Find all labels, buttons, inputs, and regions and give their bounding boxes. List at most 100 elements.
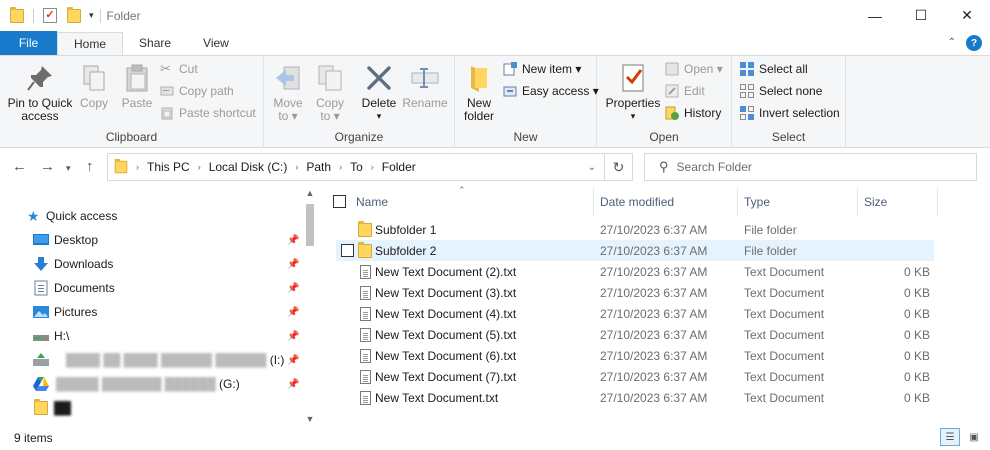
- column-header-size[interactable]: Size: [858, 188, 938, 216]
- nav-label: Quick access: [46, 209, 118, 223]
- pin-icon[interactable]: 📌: [287, 379, 299, 390]
- column-header-name[interactable]: Name: [348, 188, 594, 216]
- file-date-modified: 27/10/2023 6:37 AM: [600, 327, 708, 342]
- nav-label: H:\: [54, 329, 70, 343]
- breadcrumb-path[interactable]: Path: [306, 160, 331, 174]
- file-row[interactable]: New Text Document (6).txt 27/10/2023 6:37…: [336, 345, 934, 366]
- tab-view[interactable]: View: [187, 31, 245, 55]
- nav-item-google-drive-i[interactable]: ████ ██ ████ ██████ ██████ (I:) 📌: [0, 348, 300, 372]
- file-row[interactable]: New Text Document (3).txt 27/10/2023 6:37…: [336, 282, 934, 303]
- collapse-ribbon-icon[interactable]: ⌃: [948, 35, 956, 51]
- nav-item-h-drive[interactable]: H:\ 📌: [0, 324, 300, 348]
- edit-button[interactable]: Edit: [665, 84, 705, 98]
- address-dropdown-icon[interactable]: ⌄: [588, 162, 596, 173]
- paste-button[interactable]: Paste: [118, 62, 156, 110]
- nav-item-pictures[interactable]: Pictures 📌: [0, 300, 300, 324]
- search-box[interactable]: ⚲ Search Folder: [644, 153, 977, 181]
- breadcrumb-separator[interactable]: ›: [136, 162, 139, 172]
- cut-button[interactable]: ✂ Cut: [160, 62, 198, 77]
- easy-access-button[interactable]: Easy access ▾: [503, 84, 599, 98]
- view-switcher: ☰ ▣: [940, 428, 984, 446]
- back-button[interactable]: ←: [12, 158, 27, 175]
- edit-icon: [665, 84, 679, 98]
- open-button[interactable]: Open ▾: [665, 62, 723, 76]
- recent-locations-button[interactable]: ▾: [66, 163, 71, 174]
- up-button[interactable]: ↑: [86, 158, 94, 175]
- move-to-icon: [276, 66, 300, 90]
- file-row[interactable]: New Text Document (5).txt 27/10/2023 6:37…: [336, 324, 934, 345]
- file-row[interactable]: New Text Document (2).txt 27/10/2023 6:37…: [336, 261, 934, 282]
- pin-icon[interactable]: 📌: [287, 331, 299, 342]
- column-header-date-modified[interactable]: Date modified: [594, 188, 738, 216]
- file-row[interactable]: New Text Document (4).txt 27/10/2023 6:37…: [336, 303, 934, 324]
- nav-item-redacted-folder[interactable]: ██: [0, 396, 300, 420]
- tab-file[interactable]: File: [0, 31, 57, 55]
- nav-item-google-drive-g[interactable]: █████ ███████ ██████ (G:) 📌: [0, 372, 300, 396]
- scroll-up-icon[interactable]: ▲: [303, 188, 317, 198]
- minimize-button[interactable]: —: [852, 0, 898, 31]
- file-type: Text Document: [744, 285, 825, 300]
- paste-shortcut-button[interactable]: Paste shortcut: [160, 106, 256, 120]
- maximize-button[interactable]: ☐: [898, 0, 944, 31]
- new-folder-icon[interactable]: [67, 6, 81, 23]
- breadcrumb-this-pc[interactable]: This PC: [147, 160, 190, 174]
- move-to-button[interactable]: Move to ▾: [270, 62, 306, 123]
- refresh-button[interactable]: ↻: [604, 154, 632, 180]
- properties-button[interactable]: Properties ▾: [603, 62, 663, 123]
- navigation-pane: ★ Quick access Desktop 📌 Downloads 📌 Doc…: [0, 188, 318, 428]
- select-all-checkbox[interactable]: [333, 195, 346, 208]
- file-row[interactable]: New Text Document.txt 27/10/2023 6:37 AM T…: [336, 387, 934, 408]
- pin-to-quick-access-button[interactable]: Pin to Quick access: [6, 62, 74, 123]
- large-icons-view-button[interactable]: ▣: [964, 428, 984, 446]
- new-folder-button[interactable]: New folder: [461, 62, 497, 123]
- forward-button[interactable]: →: [40, 158, 55, 175]
- file-date-modified: 27/10/2023 6:37 AM: [600, 306, 708, 321]
- customize-toolbar-icon[interactable]: ▾: [89, 10, 94, 21]
- scroll-thumb[interactable]: [306, 204, 314, 246]
- breadcrumb-to[interactable]: To: [350, 160, 363, 174]
- new-item-button[interactable]: New item ▾: [503, 62, 581, 76]
- copy-path-button[interactable]: Copy path: [160, 84, 234, 98]
- copy-button[interactable]: Copy: [76, 62, 112, 110]
- file-row[interactable]: New Text Document (7).txt 27/10/2023 6:37…: [336, 366, 934, 387]
- breadcrumb-separator[interactable]: ›: [198, 162, 201, 172]
- nav-item-desktop[interactable]: Desktop 📌: [0, 228, 300, 252]
- select-all-button[interactable]: Select all: [740, 62, 808, 76]
- select-none-button[interactable]: Select none: [740, 84, 822, 98]
- column-header-type[interactable]: Type: [738, 188, 858, 216]
- file-row[interactable]: Subfolder 1 27/10/2023 6:37 AM File folder: [336, 219, 934, 240]
- file-row[interactable]: Subfolder 2 27/10/2023 6:37 AM File folder: [336, 240, 934, 261]
- copy-to-button[interactable]: Copy to ▾: [312, 62, 348, 123]
- pin-icon[interactable]: 📌: [287, 259, 299, 270]
- address-folder-icon: [114, 158, 128, 174]
- file-name: New Text Document (5).txt: [375, 327, 517, 342]
- file-name: New Text Document (4).txt: [375, 306, 517, 321]
- tab-share[interactable]: Share: [123, 31, 187, 55]
- breadcrumb-separator[interactable]: ›: [295, 162, 298, 172]
- nav-item-documents[interactable]: Documents 📌: [0, 276, 300, 300]
- help-icon[interactable]: ?: [966, 35, 982, 51]
- pin-icon[interactable]: 📌: [287, 307, 299, 318]
- nav-scrollbar[interactable]: ▲ ▼: [303, 188, 317, 428]
- close-button[interactable]: ✕: [944, 0, 990, 31]
- invert-selection-button[interactable]: Invert selection: [740, 106, 840, 120]
- breadcrumb-separator[interactable]: ›: [339, 162, 342, 172]
- pin-icon[interactable]: 📌: [287, 235, 299, 246]
- nav-item-downloads[interactable]: Downloads 📌: [0, 252, 300, 276]
- row-checkbox[interactable]: [341, 244, 354, 257]
- pin-icon[interactable]: 📌: [287, 355, 299, 366]
- scroll-down-icon[interactable]: ▼: [303, 414, 317, 424]
- delete-button[interactable]: Delete ▾: [360, 62, 398, 123]
- breadcrumb-local-disk[interactable]: Local Disk (C:): [209, 160, 288, 174]
- address-bar[interactable]: › This PC › Local Disk (C:) › Path › To …: [107, 153, 633, 181]
- properties-icon[interactable]: ✓: [43, 8, 57, 23]
- breadcrumb-separator[interactable]: ›: [371, 162, 374, 172]
- pin-icon[interactable]: 📌: [287, 283, 299, 294]
- details-view-button[interactable]: ☰: [940, 428, 960, 446]
- rename-button[interactable]: Rename: [402, 62, 448, 110]
- file-size: 0 KB: [903, 390, 930, 405]
- nav-quick-access[interactable]: ★ Quick access: [0, 204, 300, 228]
- tab-home[interactable]: Home: [57, 32, 124, 55]
- history-button[interactable]: History: [665, 106, 721, 120]
- breadcrumb-folder[interactable]: Folder: [382, 160, 416, 174]
